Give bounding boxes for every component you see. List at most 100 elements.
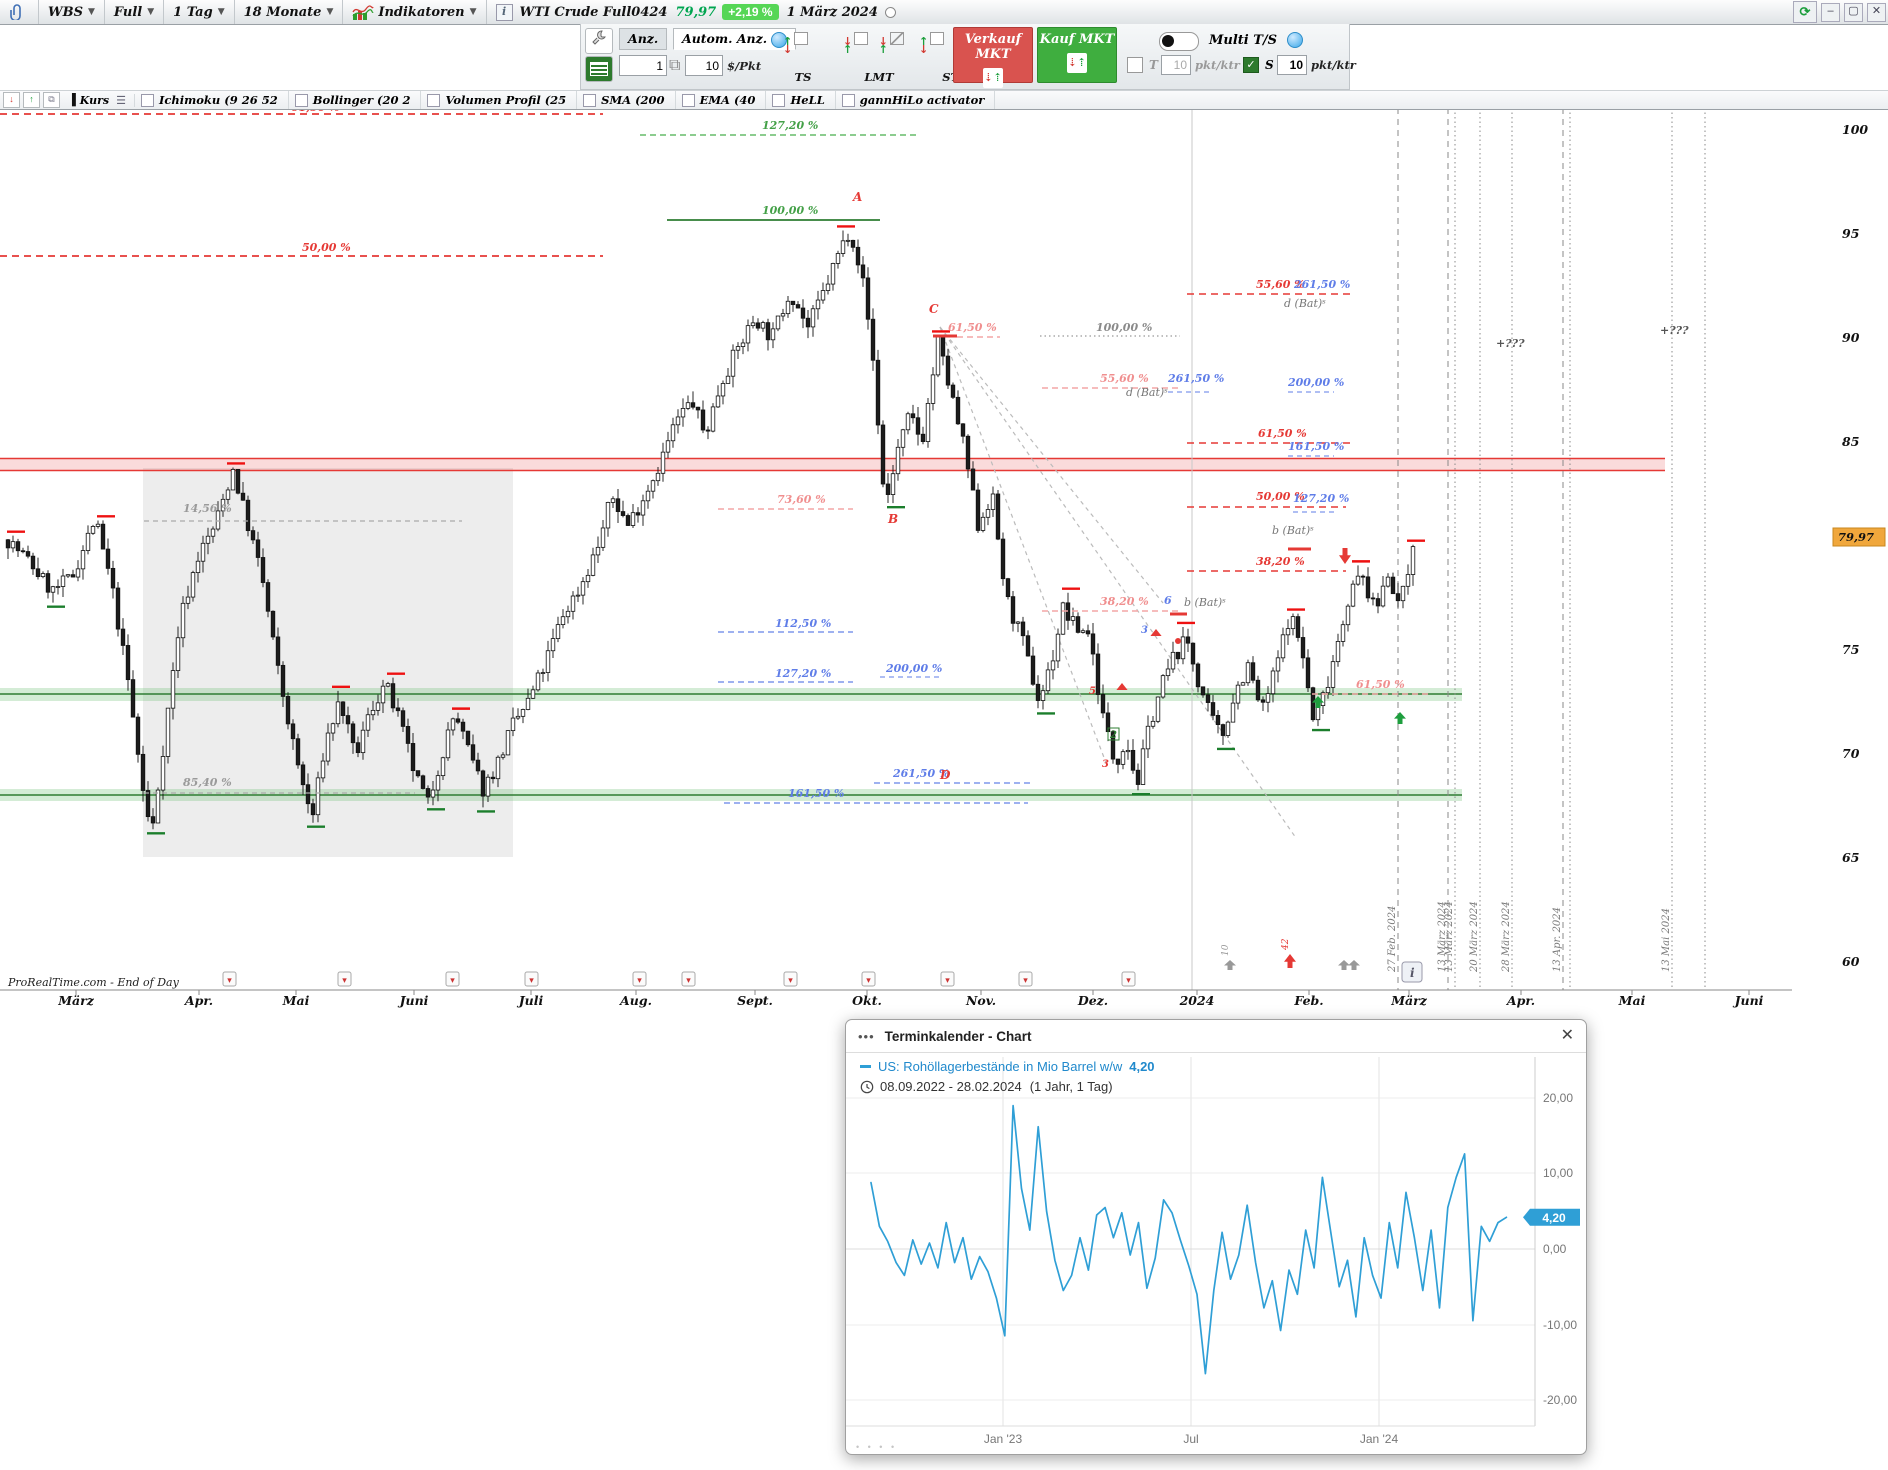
svg-text:▾: ▾ <box>227 976 232 986</box>
order-group-ts[interactable]: ↑ ↓ <box>783 32 809 55</box>
event-date-label: 27 Feb. 2024 <box>1387 906 1398 973</box>
maximize-button[interactable]: ▢ <box>1844 2 1863 22</box>
indicator-toggle[interactable]: HeLL <box>766 91 836 109</box>
sync-button[interactable]: ⟳ <box>1793 1 1817 23</box>
timeframe-dropdown[interactable]: 1 Tag ▼ <box>164 0 235 24</box>
axis-event-arrow[interactable] <box>1338 960 1350 970</box>
checkbox-icon[interactable] <box>427 93 441 107</box>
indicator-toggle[interactable]: Ichimoku (9 26 52 <box>135 91 289 109</box>
range-dropdown[interactable]: 18 Monate ▼ <box>235 0 344 24</box>
x-axis-month-label: Dez. <box>1077 993 1108 1008</box>
target-points-input[interactable] <box>1161 55 1191 75</box>
order-group-ts-label: TS <box>794 70 812 84</box>
order-group-lmt[interactable]: ↓ ↑ ↓ ↑ <box>843 32 904 55</box>
quantity-input[interactable] <box>619 55 667 76</box>
period-row: 08.09.2022 - 28.02.2024 (1 Jahr, 1 Tag) <box>860 1079 1155 1094</box>
settings-wrench-button[interactable] <box>585 28 613 54</box>
x-axis-month-label: Juni <box>398 993 429 1008</box>
signal-triangle <box>1116 683 1128 690</box>
fib-level-label: A <box>852 190 862 204</box>
indicators-dropdown[interactable]: Indikatoren ▼ <box>343 0 487 24</box>
points-unit: $/Pkt <box>727 59 762 73</box>
tab-anz[interactable]: Anz. <box>619 28 668 50</box>
indicator-toggle[interactable]: SMA (200 <box>577 91 676 109</box>
fib-level-label: C <box>929 302 939 316</box>
duplicate-window-button[interactable]: ⧉ <box>43 92 60 108</box>
fib-level-label: 3 <box>1141 625 1148 636</box>
calendar-line-chart[interactable]: 20,00 10,00 0,00 -10,00 -20,00 Jan '23 Jul Jan … <box>846 1053 1584 1454</box>
fib-level-label: 50,00 % <box>302 241 351 254</box>
order-panel: Anz. Autom. Anz. ⧉ $/Pkt ↑↓ TS ↓↑ ↓↑ LMT… <box>580 24 1356 90</box>
date-radio[interactable] <box>884 6 896 18</box>
series-legend-row[interactable]: US: Rohöllagerbestände in Mio Barrel w/w… <box>860 1059 1155 1074</box>
stop-points-input[interactable] <box>1277 55 1307 75</box>
x-axis-month-label: Feb. <box>1293 993 1323 1008</box>
close-button[interactable]: ✕ <box>1867 2 1886 22</box>
indicator-toggle[interactable]: Bollinger (20 2 <box>289 91 422 109</box>
info-icon[interactable]: i <box>495 3 513 21</box>
indicator-label: Ichimoku (9 26 52 <box>158 93 278 107</box>
checkbox-icon[interactable] <box>841 93 855 107</box>
indicator-toggle[interactable]: gannHiLo activator <box>836 91 996 109</box>
checkbox-icon[interactable] <box>140 93 154 107</box>
fib-level-label: 14,56 % <box>183 502 232 515</box>
indicator-toggle[interactable]: EMA (40 <box>676 91 767 109</box>
symbol-list-dropdown[interactable]: WBS ▼ <box>39 0 105 24</box>
chevron-down-icon: ▼ <box>147 7 155 17</box>
indicator-label: Bollinger (20 2 <box>312 93 411 107</box>
fib-level-label: 127,20 % <box>775 667 831 680</box>
minimize-button[interactable]: – <box>1821 2 1840 22</box>
fib-level-label: 261,50 % <box>1293 278 1350 291</box>
x-axis-month-label: März <box>57 993 95 1008</box>
target-checkbox[interactable] <box>1127 57 1143 73</box>
layout-dropdown[interactable]: Full ▼ <box>105 0 165 24</box>
svg-text:▾: ▾ <box>450 976 455 986</box>
checkbox-icon[interactable] <box>772 93 786 107</box>
buy-market-button[interactable]: Kauf MKT ⇣⇡ <box>1037 27 1117 83</box>
fib-level-label: 161,50 % <box>1288 440 1344 453</box>
x-axis-month-label: Okt. <box>852 993 882 1008</box>
series-label: US: Rohöllagerbestände in Mio Barrel w/w <box>878 1059 1123 1074</box>
fib-level-label: 38,20 % <box>1256 555 1305 568</box>
stop-checkbox[interactable]: ✓ <box>1243 57 1259 73</box>
checkbox-icon[interactable] <box>294 93 308 107</box>
calculator-button[interactable] <box>585 56 613 82</box>
axis-event-arrow[interactable] <box>1224 960 1236 970</box>
svg-text:▾: ▾ <box>529 976 534 986</box>
indicator-toggle[interactable]: Volumen Profil (25 <box>421 91 578 109</box>
link-tool[interactable] <box>0 0 39 24</box>
order-ticket-icon: ⇣⇡ <box>1067 53 1087 73</box>
kurs-selector[interactable]: ▐ Kurs ☰ <box>60 93 135 107</box>
fib-level-label: 38,20 % <box>1100 595 1149 608</box>
terminkalender-header[interactable]: ••• Terminkalender - Chart ✕ <box>846 1020 1586 1053</box>
close-icon[interactable]: ✕ <box>1561 1025 1574 1045</box>
price-down-button[interactable]: ↓ <box>3 92 20 108</box>
horizontal-band <box>0 458 1665 471</box>
instrument-info: i WTI Crude Full0424 79,97 +2,19 % 1 Mär… <box>487 0 905 24</box>
chevron-down-icon: ▼ <box>217 7 225 17</box>
svg-text:▾: ▾ <box>686 976 691 986</box>
drag-handle-icon[interactable]: ••• <box>858 1029 875 1044</box>
svg-text:4,20: 4,20 <box>1542 1211 1566 1225</box>
sell-market-button[interactable]: Verkauf MKT ⇣⇡ <box>953 27 1033 88</box>
checkbox-icon[interactable] <box>681 93 695 107</box>
checkbox-icon[interactable] <box>583 93 597 107</box>
calendar-y-label: 0,00 <box>1543 1242 1567 1256</box>
multi-ts-toggle[interactable] <box>1159 32 1199 51</box>
fib-level-label: 61,50 % <box>948 321 997 334</box>
tab-autom-anz[interactable]: Autom. Anz. <box>673 28 797 50</box>
period-detail: (1 Jahr, 1 Tag) <box>1029 1079 1113 1094</box>
main-price-chart[interactable]: 27 Feb. 2024 13 März 202413 März 2024 20 M… <box>0 0 1888 1010</box>
fib-level-label: 61,50 % <box>1258 427 1307 440</box>
instrument-name: WTI Crude Full0424 <box>519 4 668 20</box>
svg-text:▾: ▾ <box>788 976 793 986</box>
kurs-label: Kurs <box>79 93 110 107</box>
title-bar: WBS ▼ Full ▼ 1 Tag ▼ 18 Monate ▼ Indikatoren… <box>0 0 1888 25</box>
axis-event-arrow[interactable] <box>1284 954 1296 968</box>
chevron-down-icon: ▼ <box>87 7 95 17</box>
fib-level-label: 261,50 % <box>1167 372 1224 385</box>
price-up-button[interactable]: ↑ <box>23 92 40 108</box>
x-axis-month-label: Mai <box>282 993 310 1008</box>
points-input[interactable] <box>685 55 723 76</box>
fib-level-label: 85,40 % <box>183 776 232 789</box>
